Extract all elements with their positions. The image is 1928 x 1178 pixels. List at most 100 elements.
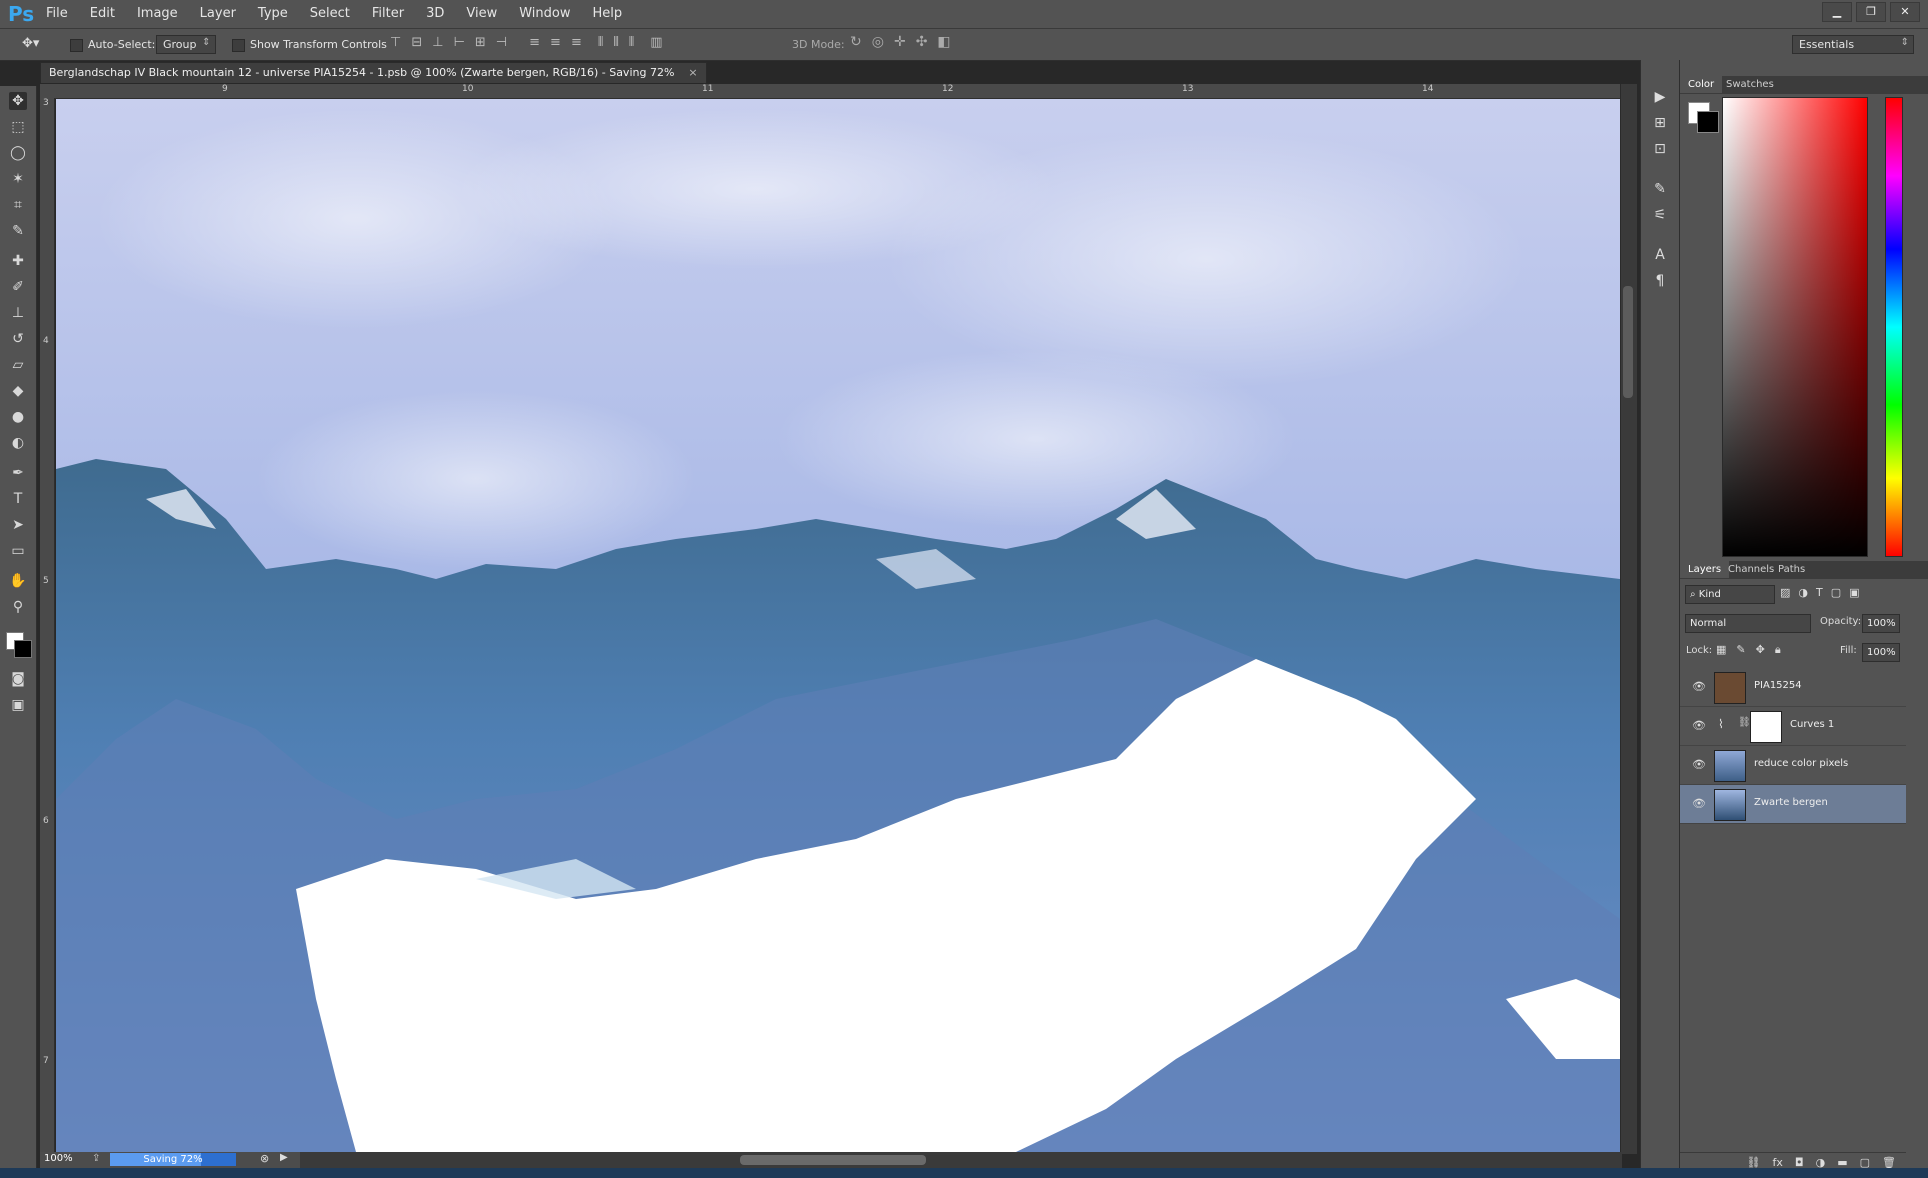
blend-mode-dropdown[interactable]: Normal: [1685, 614, 1811, 633]
document-canvas[interactable]: [56, 99, 1620, 1152]
filter-pixel-icon[interactable]: ▨: [1780, 586, 1790, 599]
magic-wand-icon[interactable]: ✶: [9, 170, 27, 188]
horizontal-scrollbar[interactable]: [300, 1152, 1622, 1168]
layer-row-selected[interactable]: 👁︎ Zwarte bergen: [1680, 785, 1906, 824]
align-left-icon[interactable]: ⊢: [454, 35, 465, 50]
lasso-tool-icon[interactable]: ◯: [9, 144, 27, 162]
distribute-vcenter-icon[interactable]: ≡: [550, 35, 561, 50]
history-panel-icon[interactable]: ⊞: [1651, 114, 1669, 132]
cancel-save-icon[interactable]: ⊗: [260, 1152, 269, 1165]
clone-stamp-icon[interactable]: ⊥: [9, 304, 27, 322]
menu-image[interactable]: Image: [137, 6, 178, 21]
blur-tool-icon[interactable]: ●: [9, 408, 27, 426]
move-tool-icon[interactable]: ✥: [9, 92, 27, 110]
background-color-icon[interactable]: [14, 640, 32, 658]
lock-position-icon[interactable]: ✥: [1756, 643, 1765, 657]
minimize-icon[interactable]: ▁: [1822, 2, 1852, 22]
healing-brush-icon[interactable]: ✚: [9, 252, 27, 270]
document-tab[interactable]: Berglandschap IV Black mountain 12 - uni…: [40, 62, 707, 83]
transform-controls-checkbox[interactable]: Show Transform Controls: [232, 38, 387, 52]
eyedropper-icon[interactable]: ✎: [9, 222, 27, 240]
adjustments-panel-icon[interactable]: ⚟: [1651, 206, 1669, 224]
menu-filter[interactable]: Filter: [372, 6, 404, 21]
shape-tool-icon[interactable]: ▭: [9, 542, 27, 560]
zoom-level[interactable]: 100%: [44, 1153, 73, 1164]
auto-align-icon[interactable]: ▥: [650, 35, 662, 50]
distribute-left-icon[interactable]: ⫴: [598, 35, 603, 50]
path-select-icon[interactable]: ➤: [9, 516, 27, 534]
3d-slide-icon[interactable]: ✣: [916, 34, 928, 50]
color-picker-field[interactable]: [1722, 97, 1868, 557]
fill-field[interactable]: 100%: [1862, 643, 1900, 662]
actions-panel-icon[interactable]: ⊡: [1651, 140, 1669, 158]
visibility-eye-icon[interactable]: 👁︎: [1692, 680, 1706, 693]
hand-tool-icon[interactable]: ✋: [9, 572, 27, 590]
menu-layer[interactable]: Layer: [200, 6, 236, 21]
tab-swatches[interactable]: Swatches: [1718, 76, 1782, 93]
transform-check-icon[interactable]: [232, 38, 245, 52]
background-swatch[interactable]: [1697, 111, 1719, 133]
3d-scale-icon[interactable]: ◧: [937, 34, 950, 50]
dodge-tool-icon[interactable]: ◐: [9, 434, 27, 452]
align-top-icon[interactable]: ⊤: [390, 35, 401, 50]
align-bottom-icon[interactable]: ⊥: [432, 35, 443, 50]
menu-view[interactable]: View: [466, 6, 497, 21]
close-icon[interactable]: ✕: [1890, 2, 1920, 22]
3d-rotate-icon[interactable]: ↻: [850, 34, 862, 50]
play-action-icon[interactable]: ▶: [1651, 88, 1669, 106]
menu-window[interactable]: Window: [519, 6, 570, 21]
menu-help[interactable]: Help: [593, 6, 623, 21]
vertical-scroll-thumb[interactable]: [1623, 286, 1633, 398]
hue-slider[interactable]: [1885, 97, 1903, 557]
opacity-field[interactable]: 100%: [1862, 614, 1900, 633]
vertical-scrollbar[interactable]: [1620, 84, 1637, 1154]
brush-tool-icon[interactable]: ✐: [9, 278, 27, 296]
type-tool-icon[interactable]: T: [9, 490, 27, 508]
distribute-bottom-icon[interactable]: ≡: [571, 35, 582, 50]
quick-mask-icon[interactable]: ◙: [9, 670, 27, 688]
brush-panel-icon[interactable]: ✎: [1651, 180, 1669, 198]
marquee-tool-icon[interactable]: ⬚: [9, 118, 27, 136]
align-hcenter-icon[interactable]: ⊞: [475, 35, 486, 50]
pen-tool-icon[interactable]: ✒: [9, 464, 27, 482]
distribute-hcenter-icon[interactable]: ⫴: [613, 35, 618, 50]
filter-shape-icon[interactable]: ▢: [1831, 586, 1841, 599]
status-export-icon[interactable]: ⇪: [92, 1153, 100, 1164]
layer-row[interactable]: 👁︎ reduce color pixels: [1680, 746, 1906, 785]
history-brush-icon[interactable]: ↺: [9, 330, 27, 348]
menu-select[interactable]: Select: [310, 6, 350, 21]
3d-roll-icon[interactable]: ◎: [872, 34, 884, 50]
layer-row[interactable]: 👁︎ PIA15254: [1680, 668, 1906, 707]
close-document-icon[interactable]: ×: [688, 66, 697, 79]
menu-type[interactable]: Type: [258, 6, 288, 21]
lock-pixels-icon[interactable]: ✎: [1736, 643, 1745, 657]
restore-icon[interactable]: ❐: [1856, 2, 1886, 22]
lock-transparent-icon[interactable]: ▦: [1716, 643, 1726, 657]
lock-all-icon[interactable]: 🔒︎: [1775, 643, 1781, 657]
filter-smart-object-icon[interactable]: ▣: [1849, 586, 1859, 599]
horizontal-scroll-thumb[interactable]: [740, 1155, 926, 1165]
paragraph-panel-icon[interactable]: ¶: [1651, 272, 1669, 290]
auto-select-check-icon[interactable]: [70, 38, 83, 52]
mask-link-icon[interactable]: ⛓: [1738, 717, 1751, 728]
tab-color[interactable]: Color: [1680, 76, 1723, 93]
visibility-eye-icon[interactable]: 👁︎: [1692, 797, 1706, 810]
3d-drag-icon[interactable]: ✛: [894, 34, 906, 50]
menu-edit[interactable]: Edit: [90, 6, 115, 21]
screen-mode-icon[interactable]: ▣: [9, 696, 27, 714]
eraser-tool-icon[interactable]: ▱: [9, 356, 27, 374]
character-panel-icon[interactable]: A: [1651, 246, 1669, 264]
distribute-top-icon[interactable]: ≡: [529, 35, 540, 50]
workspace-dropdown[interactable]: Essentials: [1792, 35, 1914, 54]
menu-file[interactable]: File: [46, 6, 68, 21]
status-menu-arrow-icon[interactable]: ▶: [280, 1152, 288, 1163]
paint-bucket-icon[interactable]: ◆: [9, 382, 27, 400]
tab-paths[interactable]: Paths: [1770, 561, 1813, 578]
auto-select-checkbox[interactable]: Auto-Select:: [70, 38, 155, 52]
zoom-tool-icon[interactable]: ⚲: [9, 598, 27, 616]
layer-row[interactable]: 👁︎ ⌇ ⛓ Curves 1: [1680, 707, 1906, 746]
crop-tool-icon[interactable]: ⌗: [9, 196, 27, 214]
distribute-right-icon[interactable]: ⫴: [629, 35, 634, 50]
filter-adjustment-icon[interactable]: ◑: [1798, 586, 1808, 599]
menu-3d[interactable]: 3D: [426, 6, 444, 21]
